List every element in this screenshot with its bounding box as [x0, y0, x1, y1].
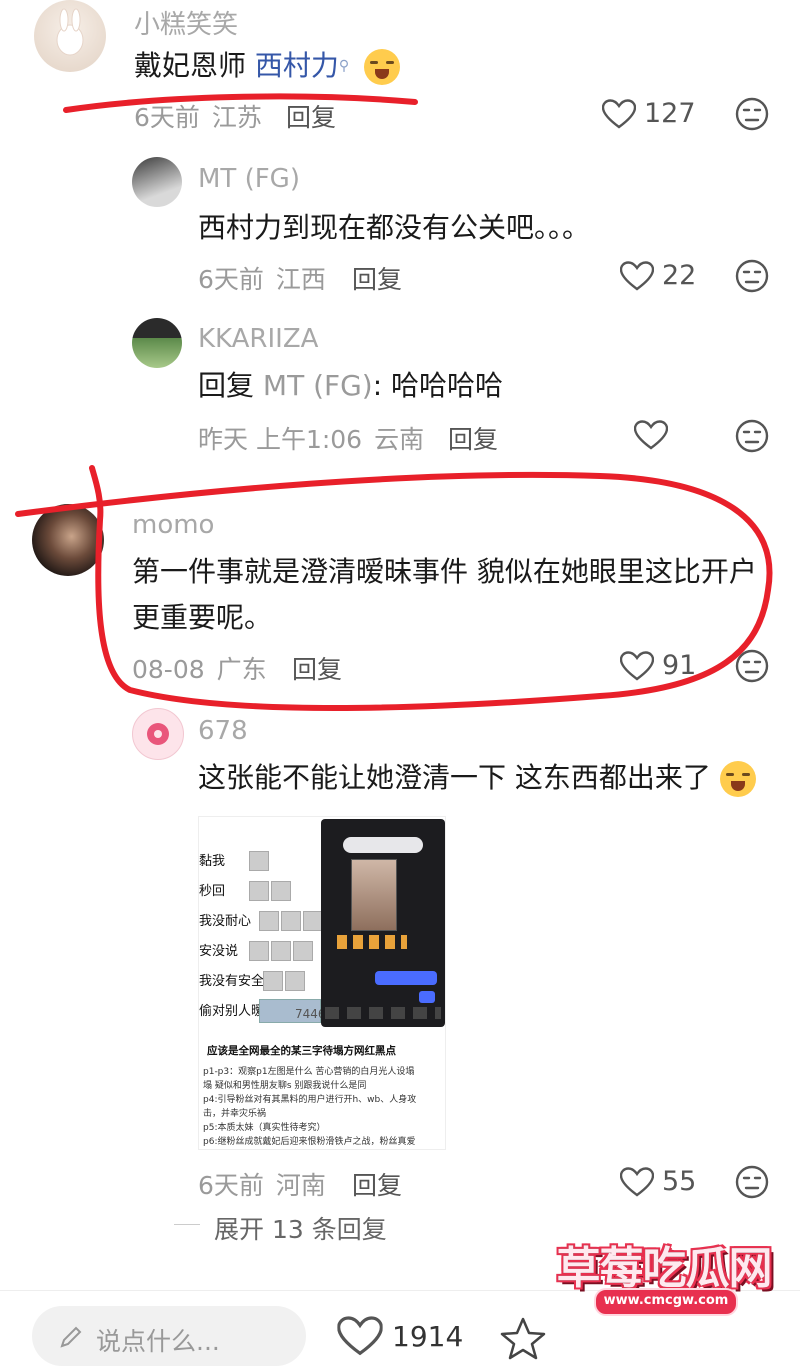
watermark-url-badge: www.cmcgw.com [594, 1288, 738, 1316]
reply-button[interactable]: 回复 [352, 260, 402, 296]
comment-text-line2: 更重要呢。 [132, 601, 273, 634]
comment-text-prefix: 戴妃恩师 [134, 49, 255, 82]
watermark: 草莓吃瓜网 www.cmcgw.com [548, 1228, 780, 1320]
watermark-title: 草莓吃瓜网 [556, 1243, 773, 1294]
reply-prefix: 回复 [198, 369, 263, 402]
heart-icon [620, 651, 654, 681]
comment-location: 云南 [374, 425, 425, 454]
comment-time: 08-08 [132, 655, 205, 684]
caption-line: p1-p3：观察p1左图是什么 苦心营销的白月光人设塌 [203, 1067, 415, 1077]
avatar[interactable] [132, 318, 182, 368]
crying-face-icon [719, 761, 756, 797]
comment-meta: 6天前 江西 [198, 260, 326, 296]
bottom-like-button[interactable]: 1914 [336, 1316, 463, 1356]
dislike-icon[interactable] [735, 259, 769, 293]
reply-button[interactable]: 回复 [448, 420, 498, 456]
star-icon[interactable] [500, 1316, 546, 1360]
like-count: 91 [662, 650, 697, 681]
comment-meta: 08-08 广东 [132, 650, 267, 686]
comment-time: 6天前 [134, 103, 200, 132]
sticker-grid [249, 851, 323, 1023]
comment-location: 江西 [275, 265, 326, 294]
comment-input[interactable]: 说点什么... [32, 1306, 306, 1366]
plush-rabbit-icon [56, 8, 84, 56]
donut-icon [147, 723, 169, 745]
comment-location: 河南 [275, 1171, 326, 1200]
search-icon[interactable]: ⚲ [339, 58, 349, 74]
pencil-icon [60, 1326, 82, 1348]
image-caption-body: p1-p3：观察p1左图是什么 苦心营销的白月光人设塌 塌 疑似和男性朋友聊s … [203, 1065, 416, 1149]
caption-line: p6:继粉丝成就戴妃后迎来恨粉滑铁卢之战，粉丝真爱 [203, 1137, 416, 1147]
watermark-url: www.cmcgw.com [603, 1293, 729, 1308]
avatar[interactable] [32, 504, 104, 576]
phone-screenshot [321, 819, 445, 1027]
like-button[interactable]: 91 [620, 650, 696, 681]
username[interactable]: MT (FG) [198, 164, 300, 194]
caption-line: p5:本质太妹（真实性待考究） [203, 1123, 326, 1133]
dislike-icon[interactable] [735, 97, 769, 131]
mention-link[interactable]: 西村力 [255, 49, 339, 82]
attached-image[interactable]: 黏我 秒回 我没耐心 安没说 我没有安全感 偷对别人暧昧 7446 应该是全网最… [198, 816, 446, 1150]
username[interactable]: momo [132, 510, 214, 540]
comment-time: 6天前 [198, 265, 264, 294]
comment-time: 昨天 上午1:06 [198, 425, 363, 454]
reply-button[interactable]: 回复 [286, 98, 336, 134]
reply-button[interactable]: 回复 [352, 1166, 402, 1202]
comment-time: 6天前 [198, 1171, 264, 1200]
like-count: 22 [662, 260, 697, 291]
expand-divider [174, 1224, 200, 1225]
comment-meta: 6天前 河南 [198, 1166, 326, 1202]
reply-button[interactable]: 回复 [292, 650, 342, 686]
comment-text-line1: 第一件事就是澄清暧昧事件 貌似在她眼里这比开户 [132, 555, 757, 588]
avatar[interactable] [132, 157, 182, 207]
caption-line: 击，并幸灾乐祸 [203, 1109, 267, 1119]
comment-text: 戴妃恩师 西村力⚲ [134, 46, 401, 86]
comment-location: 广东 [216, 655, 267, 684]
username[interactable]: KKARIIZA [198, 324, 318, 354]
like-button[interactable] [634, 420, 668, 450]
comment-text-body: 这张能不能让她澄清一下 这东西都出来了 [198, 761, 711, 794]
avatar[interactable] [132, 708, 184, 760]
comment-location: 江苏 [211, 103, 262, 132]
bottom-like-count: 1914 [392, 1319, 464, 1353]
heart-icon [634, 420, 668, 450]
comment-text: 回复 MT (FG): 哈哈哈哈 [198, 366, 503, 406]
caption-line: 塌 疑似和男性朋友聊s 别跟我说什么是同 [203, 1081, 367, 1091]
reply-target[interactable]: MT (FG) [263, 369, 373, 402]
heart-icon [336, 1316, 384, 1356]
comment-text: 这张能不能让她澄清一下 这东西都出来了 [198, 758, 756, 798]
input-placeholder: 说点什么... [96, 1327, 220, 1356]
comment-text: 西村力到现在都没有公关吧。。。 [198, 211, 591, 244]
dislike-icon[interactable] [735, 1165, 769, 1199]
username[interactable]: 678 [198, 716, 248, 746]
like-button[interactable]: 55 [620, 1166, 696, 1197]
crying-face-icon [364, 49, 401, 85]
like-count: 127 [644, 98, 696, 129]
reply-text: : 哈哈哈哈 [372, 369, 504, 402]
like-button[interactable]: 22 [620, 260, 696, 291]
heart-icon [620, 261, 654, 291]
heart-icon [602, 99, 636, 129]
heart-icon [620, 1167, 654, 1197]
username[interactable]: 小糕笑笑 [134, 4, 238, 41]
caption-line: p4:引导粉丝对有其黑料的用户进行开h、wb、人身攻 [203, 1095, 417, 1105]
image-caption-title: 应该是全网最全的某三字待塌方网红黑点 [207, 1045, 396, 1057]
like-button[interactable]: 127 [602, 98, 696, 129]
dislike-icon[interactable] [735, 419, 769, 453]
comment-meta: 6天前 江苏 [134, 98, 262, 134]
avatar[interactable] [34, 0, 106, 72]
comment-meta: 昨天 上午1:06 云南 [198, 420, 424, 456]
dislike-icon[interactable] [735, 649, 769, 683]
expand-replies-button[interactable]: 展开 13 条回复 [214, 1210, 387, 1246]
like-count: 55 [662, 1166, 697, 1197]
